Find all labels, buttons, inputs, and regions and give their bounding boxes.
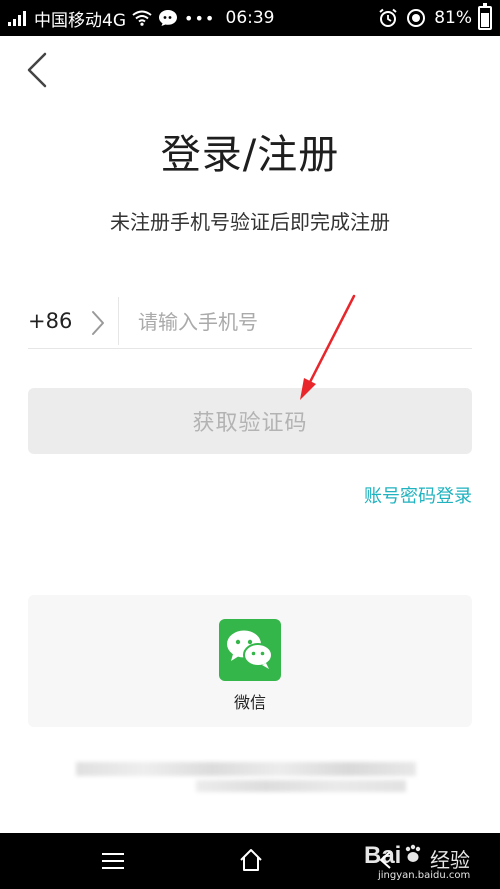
watermark-domain: jingyan.baidu.com bbox=[378, 870, 471, 881]
agreement-text-blurred bbox=[76, 762, 424, 794]
wifi-icon bbox=[132, 10, 152, 26]
back-button[interactable] bbox=[20, 50, 54, 90]
status-bar: 中国移动4G ••• 06:39 81% bbox=[0, 0, 500, 36]
paw-icon bbox=[405, 844, 421, 862]
menu-icon[interactable] bbox=[100, 851, 126, 871]
watermark-brand: Bai bbox=[364, 842, 402, 869]
message-icon bbox=[159, 10, 177, 26]
baidu-jingyan-watermark: Bai 经验 jingyan.baidu.com bbox=[364, 840, 494, 884]
phone-divider bbox=[118, 297, 119, 345]
status-right: 81% bbox=[378, 0, 492, 36]
watermark-product: 经验 bbox=[430, 848, 470, 872]
page-subtitle: 未注册手机号验证后即完成注册 bbox=[110, 210, 390, 234]
third-party-login-panel: 微信 bbox=[28, 595, 472, 727]
page-title: 登录/注册 bbox=[160, 132, 340, 178]
alarm-icon bbox=[379, 8, 397, 27]
chevron-left-icon bbox=[27, 52, 47, 88]
wechat-login-button[interactable] bbox=[219, 619, 281, 681]
phone-number-input[interactable] bbox=[138, 305, 468, 339]
location-icon bbox=[407, 9, 426, 27]
country-code[interactable]: +86 bbox=[28, 309, 72, 333]
more-notifications-indicator: ••• bbox=[184, 8, 216, 28]
battery-percent: 81% bbox=[434, 8, 472, 28]
signal-icon bbox=[8, 10, 28, 26]
battery-level bbox=[481, 12, 489, 27]
chevron-right-icon[interactable] bbox=[90, 310, 106, 336]
wechat-icon bbox=[227, 630, 273, 669]
password-login-link[interactable]: 账号密码登录 bbox=[364, 482, 472, 508]
battery-icon bbox=[478, 3, 492, 30]
wechat-label: 微信 bbox=[233, 693, 266, 712]
phone-input-row: +86 bbox=[28, 297, 472, 349]
status-left: 中国移动4G ••• bbox=[8, 0, 215, 36]
carrier-label: 中国移动4G bbox=[34, 10, 126, 31]
home-icon[interactable] bbox=[238, 847, 264, 873]
get-verification-code-button[interactable]: 获取验证码 bbox=[28, 388, 472, 454]
